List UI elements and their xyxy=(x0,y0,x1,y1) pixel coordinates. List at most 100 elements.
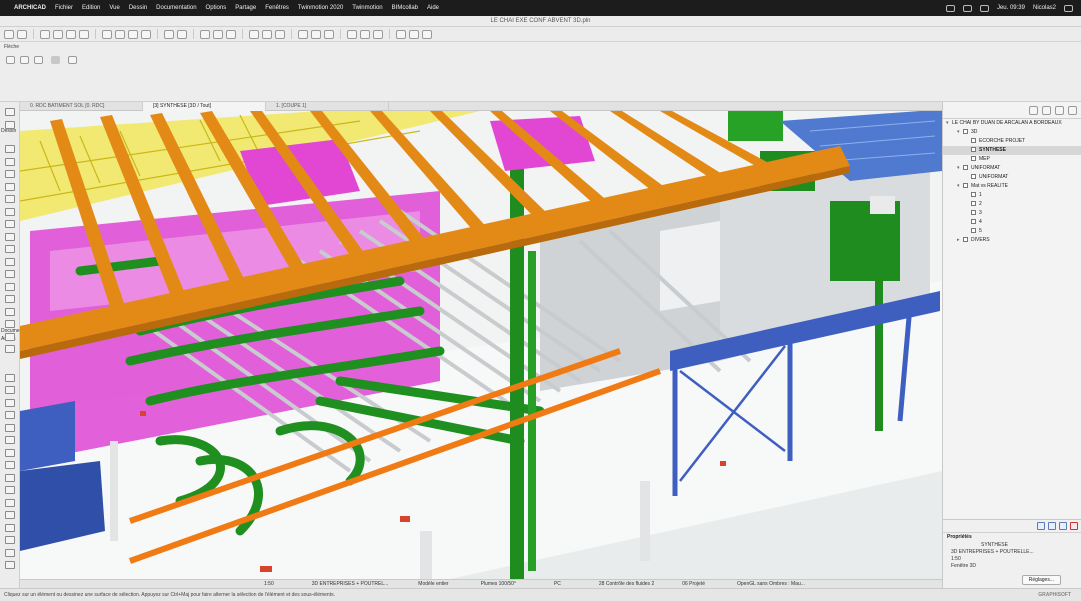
view-checkbox[interactable] xyxy=(971,174,976,179)
zone-tool-icon[interactable] xyxy=(5,332,15,341)
rotate-icon[interactable] xyxy=(34,56,43,64)
marquee-tool-icon[interactable] xyxy=(5,120,15,129)
worksheet-tool-icon[interactable] xyxy=(5,536,15,544)
tab-rdc[interactable]: 0. RDC BATIMENT SOL [0. RDC] xyxy=(20,102,143,111)
navigator-item[interactable]: ▾ Mat vs REALITE xyxy=(943,182,1081,191)
lamp-tool-icon[interactable] xyxy=(5,320,15,328)
view-checkbox[interactable] xyxy=(963,165,968,170)
status-3d-style[interactable]: OpenGL sans Ombres : Mau... xyxy=(733,581,809,587)
twinmotion-icon[interactable] xyxy=(396,29,406,39)
view-checkbox[interactable] xyxy=(971,138,976,143)
menu-app-name[interactable]: ARCHICAD xyxy=(14,5,46,11)
save-view-icon[interactable] xyxy=(1048,522,1056,530)
railing-tool-icon[interactable] xyxy=(5,245,15,253)
cursor-icon[interactable] xyxy=(68,56,77,64)
3d-document-tool-icon[interactable] xyxy=(5,561,15,569)
door-tool-icon[interactable] xyxy=(5,270,15,278)
3d-view-icon[interactable] xyxy=(200,29,210,39)
menu-fenetres[interactable]: Fenêtres xyxy=(265,5,289,11)
menu-aide[interactable]: Aide xyxy=(427,5,439,11)
orbit-icon[interactable] xyxy=(213,29,223,39)
view-checkbox[interactable] xyxy=(963,129,968,134)
teamwork-icon[interactable] xyxy=(347,29,357,39)
navigator-item[interactable]: ECORCHE PROJET xyxy=(943,137,1081,146)
beam-tool-icon[interactable] xyxy=(5,170,15,178)
curtain-wall-tool-icon[interactable] xyxy=(5,257,15,266)
detail-tool-icon[interactable] xyxy=(5,523,15,532)
wifi-icon[interactable] xyxy=(962,4,972,12)
spline-tool-icon[interactable] xyxy=(5,473,15,482)
clone-folder-icon[interactable] xyxy=(1059,522,1067,530)
menu-vue[interactable]: Vue xyxy=(109,5,119,11)
marquee-icon[interactable] xyxy=(53,29,63,39)
navigator-item[interactable]: ▾ UNIFORMAT xyxy=(943,164,1081,173)
view-checkbox[interactable] xyxy=(971,210,976,215)
eyedropper-icon[interactable] xyxy=(66,29,76,39)
pen-set-icon[interactable] xyxy=(311,29,321,39)
suspend-groups-icon[interactable] xyxy=(164,29,174,39)
navigator-item[interactable]: ▾ 3D xyxy=(943,128,1081,137)
tab-synthese-3d[interactable]: [3] SYNTHESE [3D / Tout] xyxy=(143,102,266,111)
hotspot-tool-icon[interactable] xyxy=(5,486,15,494)
zoom-out-icon[interactable] xyxy=(262,29,272,39)
select-arrow-icon[interactable] xyxy=(40,29,50,39)
trace-icon[interactable] xyxy=(177,29,187,39)
grid-snap-icon[interactable] xyxy=(128,29,138,39)
section-tool-icon[interactable] xyxy=(5,498,15,507)
navigator-item[interactable]: 5 xyxy=(943,227,1081,236)
wall-tool-icon[interactable] xyxy=(5,145,15,153)
menu-options[interactable]: Options xyxy=(206,5,227,11)
status-graphic-override[interactable]: 28 Contrôle des fluides 2 xyxy=(595,581,658,587)
menubar-clock[interactable]: Jeu. 09:39 xyxy=(997,5,1025,11)
properties-scale[interactable]: 1:50 xyxy=(943,556,1081,563)
tab-coupe-1[interactable]: 1. [COUPE 1] xyxy=(266,102,389,111)
marquee-tool-icon[interactable] xyxy=(20,56,29,64)
navigator-item[interactable]: ▸ DIVERS xyxy=(943,236,1081,245)
explore-icon[interactable] xyxy=(226,29,236,39)
view-map-icon[interactable] xyxy=(1042,105,1051,115)
level-tool-icon[interactable] xyxy=(5,386,15,394)
arc-tool-icon[interactable] xyxy=(5,448,15,457)
stair-tool-icon[interactable] xyxy=(5,232,15,241)
elevation-tool-icon[interactable] xyxy=(5,511,15,519)
menu-twinmotion-2020[interactable]: Twinmotion 2020 xyxy=(298,5,343,11)
layout-book-icon[interactable] xyxy=(1055,105,1064,115)
fill-tool-icon[interactable] xyxy=(5,423,15,432)
view-checkbox[interactable] xyxy=(971,201,976,206)
menu-bimcollab[interactable]: BIMcollab xyxy=(392,5,418,11)
view-checkbox[interactable] xyxy=(971,219,976,224)
menubar-user[interactable]: Nicolas2 xyxy=(1033,5,1056,11)
publisher-icon[interactable] xyxy=(1068,105,1077,115)
status-scale[interactable]: 1:50 xyxy=(260,581,278,587)
change-tool-icon[interactable] xyxy=(5,548,15,557)
navigator-item[interactable]: 1 xyxy=(943,191,1081,200)
slab-tool-icon[interactable] xyxy=(5,182,15,191)
layers-icon[interactable] xyxy=(298,29,308,39)
3d-model-render[interactable] xyxy=(20,111,942,579)
object-tool-icon[interactable] xyxy=(5,307,15,316)
menu-documentation[interactable]: Documentation xyxy=(156,5,196,11)
battery-icon[interactable] xyxy=(945,4,955,12)
open-view-icon[interactable] xyxy=(1037,522,1045,530)
properties-layer[interactable]: 3D ENTREPRISES + POUTRELLE... xyxy=(943,549,1081,556)
model-view-icon[interactable] xyxy=(324,29,334,39)
zoom-in-icon[interactable] xyxy=(249,29,259,39)
properties-type[interactable]: Fenêtre 3D xyxy=(943,563,1081,570)
navigator-item[interactable]: 4 xyxy=(943,218,1081,227)
gravity-icon[interactable] xyxy=(141,29,151,39)
window-tool-icon[interactable] xyxy=(5,282,15,291)
issues-icon[interactable] xyxy=(422,29,432,39)
view-checkbox[interactable] xyxy=(971,192,976,197)
navigator-item[interactable]: SYNTHESE xyxy=(943,146,1081,155)
bimx-icon[interactable] xyxy=(373,29,383,39)
fit-icon[interactable] xyxy=(275,29,285,39)
navigator-item[interactable]: 3 xyxy=(943,209,1081,218)
arrow-tool-icon[interactable] xyxy=(6,56,15,64)
syringe-icon[interactable] xyxy=(79,29,89,39)
roof-tool-icon[interactable] xyxy=(5,195,15,203)
mesh-tool-icon[interactable] xyxy=(5,345,15,353)
view-checkbox[interactable] xyxy=(963,237,968,242)
settings-button[interactable]: Réglages... xyxy=(1021,575,1061,585)
menu-edition[interactable]: Edition xyxy=(82,5,100,11)
skylight-tool-icon[interactable] xyxy=(5,295,15,303)
